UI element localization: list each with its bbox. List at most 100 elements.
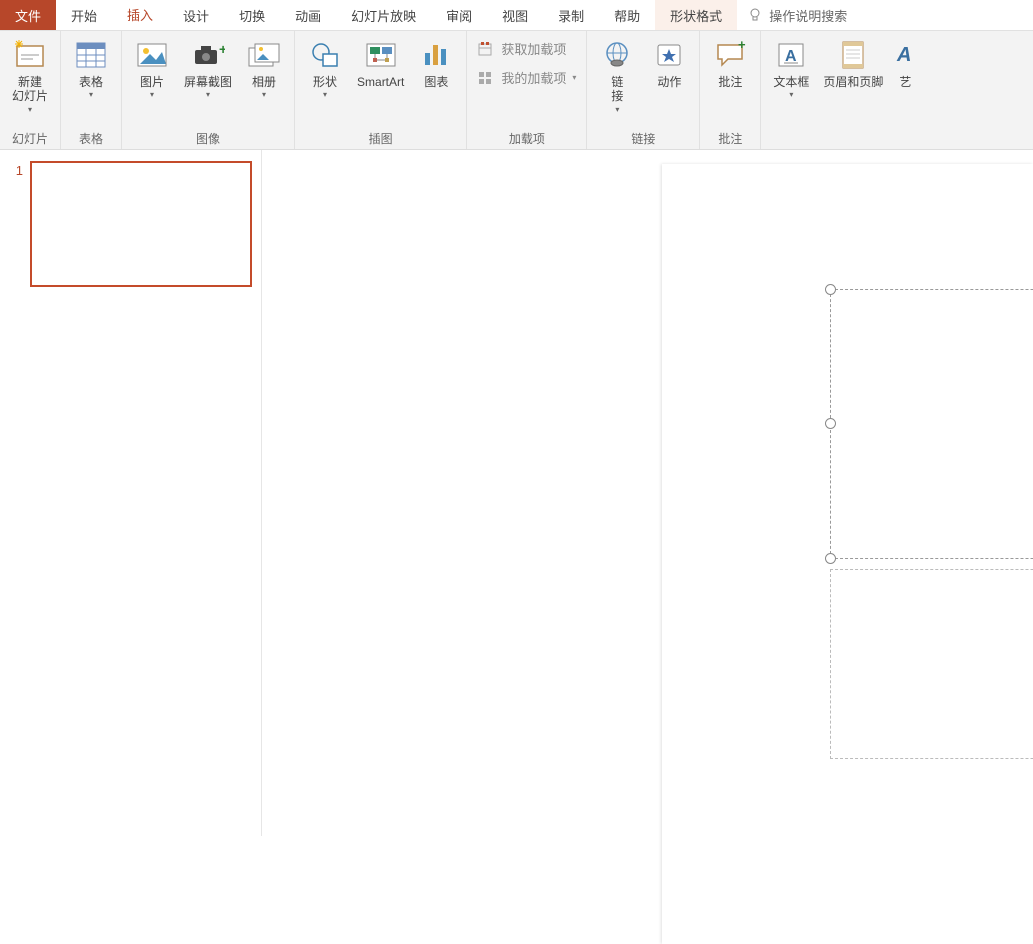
group-comments-label: 批注 [704, 128, 756, 147]
picture-button[interactable]: 图片 ▾ [126, 35, 178, 101]
action-label: 动作 [657, 75, 681, 89]
tab-help[interactable]: 帮助 [599, 0, 655, 30]
chevron-down-icon: ▾ [615, 105, 619, 114]
group-images: 图片 ▾ + 屏幕截图 ▾ 相册 ▾ 图像 [122, 31, 295, 149]
svg-text:+: + [219, 42, 225, 57]
wordart-label: 艺 [899, 75, 911, 89]
group-slides-label: 幻灯片 [4, 128, 56, 147]
tab-record[interactable]: 录制 [543, 0, 599, 30]
group-comments: + 批注 批注 [700, 31, 761, 149]
group-addins-label: 加载项 [471, 128, 582, 147]
wordart-icon: A [895, 37, 915, 73]
wordart-button[interactable]: A 艺 [889, 35, 915, 91]
table-label: 表格 [79, 75, 103, 89]
header-footer-button[interactable]: 页眉和页脚 [817, 35, 889, 91]
get-addins-label: 获取加载项 [501, 39, 566, 58]
svg-text:A: A [785, 48, 797, 65]
tab-view[interactable]: 视图 [487, 0, 543, 30]
chevron-down-icon: ▾ [89, 90, 93, 99]
tell-me-label: 操作说明搜索 [769, 6, 847, 25]
link-label: 链 接 [611, 75, 623, 104]
chevron-down-icon: ▾ [323, 90, 327, 99]
thumbnail-panel: 1 [0, 150, 262, 836]
album-icon [244, 37, 284, 73]
picture-label: 图片 [140, 75, 164, 89]
table-icon [71, 37, 111, 73]
smartart-icon [361, 37, 401, 73]
group-links: 链 接 ▾ 动作 链接 [587, 31, 700, 149]
header-footer-label: 页眉和页脚 [823, 75, 883, 89]
chevron-down-icon: ▾ [572, 73, 576, 82]
new-slide-icon [10, 37, 50, 73]
screenshot-button[interactable]: + 屏幕截图 ▾ [178, 35, 238, 101]
group-illustrations: 形状 ▾ SmartArt 图表 插图 [295, 31, 467, 149]
tab-review[interactable]: 审阅 [431, 0, 487, 30]
link-button[interactable]: 链 接 ▾ [591, 35, 643, 116]
album-button[interactable]: 相册 ▾ [238, 35, 290, 101]
group-slides: 新建 幻灯片 ▾ 幻灯片 [0, 31, 61, 149]
smartart-button[interactable]: SmartArt [351, 35, 410, 91]
table-button[interactable]: 表格 ▾ [65, 35, 117, 101]
chevron-down-icon: ▾ [262, 90, 266, 99]
comment-icon: + [710, 37, 750, 73]
textbox-button[interactable]: A 文本框 ▾ [765, 35, 817, 101]
action-icon [649, 37, 689, 73]
header-footer-icon [833, 37, 873, 73]
tab-animations[interactable]: 动画 [280, 0, 336, 30]
comment-button[interactable]: + 批注 [704, 35, 756, 91]
shapes-button[interactable]: 形状 ▾ [299, 35, 351, 101]
group-images-label: 图像 [126, 128, 290, 147]
textbox-icon: A [771, 37, 811, 73]
addins-icon [477, 70, 495, 86]
screenshot-label: 屏幕截图 [184, 75, 232, 89]
chevron-down-icon: ▾ [150, 90, 154, 99]
thumbnail-number: 1 [5, 161, 23, 178]
my-addins-label: 我的加载项 [501, 68, 566, 87]
thumbnail-row[interactable]: 1 [0, 161, 261, 287]
chevron-down-icon: ▾ [789, 90, 793, 99]
tab-strip: 文件 开始 插入 设计 切换 动画 幻灯片放映 审阅 视图 录制 帮助 形状格式… [0, 0, 1033, 31]
tell-me-search[interactable]: 操作说明搜索 [737, 0, 857, 30]
chart-button[interactable]: 图表 [410, 35, 462, 91]
chart-label: 图表 [424, 75, 448, 89]
textbox-label: 文本框 [773, 75, 809, 89]
lightbulb-icon [747, 7, 763, 23]
shapes-icon [305, 37, 345, 73]
chart-icon [416, 37, 456, 73]
group-addins: 获取加载项 我的加载项 ▾ 加载项 [467, 31, 587, 149]
workspace: 1 单击此 [0, 150, 1033, 836]
tab-file[interactable]: 文件 [0, 0, 56, 30]
tab-design[interactable]: 设计 [168, 0, 224, 30]
screenshot-icon: + [188, 37, 228, 73]
tab-shape-format[interactable]: 形状格式 [655, 0, 737, 30]
group-illustrations-label: 插图 [299, 128, 462, 147]
chevron-down-icon: ▾ [28, 105, 32, 114]
group-tables-label: 表格 [65, 128, 117, 147]
slide[interactable]: 单击此 [662, 164, 1033, 944]
subtitle-placeholder[interactable] [830, 569, 1033, 759]
comment-label: 批注 [718, 75, 742, 89]
tab-transitions[interactable]: 切换 [224, 0, 280, 30]
svg-text:A: A [896, 44, 911, 66]
group-links-label: 链接 [591, 128, 695, 147]
tab-home[interactable]: 开始 [56, 0, 112, 30]
shapes-label: 形状 [313, 75, 337, 89]
ribbon: 新建 幻灯片 ▾ 幻灯片 表格 ▾ 表格 图片 ▾ [0, 31, 1033, 150]
svg-text:+: + [738, 41, 746, 52]
tab-insert[interactable]: 插入 [112, 0, 168, 30]
group-tables: 表格 ▾ 表格 [61, 31, 122, 149]
slide-thumbnail-1[interactable] [30, 161, 252, 287]
new-slide-label: 新建 幻灯片 [12, 75, 48, 104]
chevron-down-icon: ▾ [206, 90, 210, 99]
store-icon [477, 41, 495, 57]
my-addins-button[interactable]: 我的加载项 ▾ [477, 68, 576, 87]
album-label: 相册 [252, 75, 276, 89]
group-text-label [765, 145, 915, 147]
tab-slideshow[interactable]: 幻灯片放映 [336, 0, 431, 30]
picture-icon [132, 37, 172, 73]
action-button[interactable]: 动作 [643, 35, 695, 91]
get-addins-button[interactable]: 获取加载项 [477, 39, 576, 58]
title-placeholder[interactable] [830, 289, 1033, 559]
new-slide-button[interactable]: 新建 幻灯片 ▾ [4, 35, 56, 116]
slide-canvas[interactable]: 单击此 [262, 150, 1033, 836]
